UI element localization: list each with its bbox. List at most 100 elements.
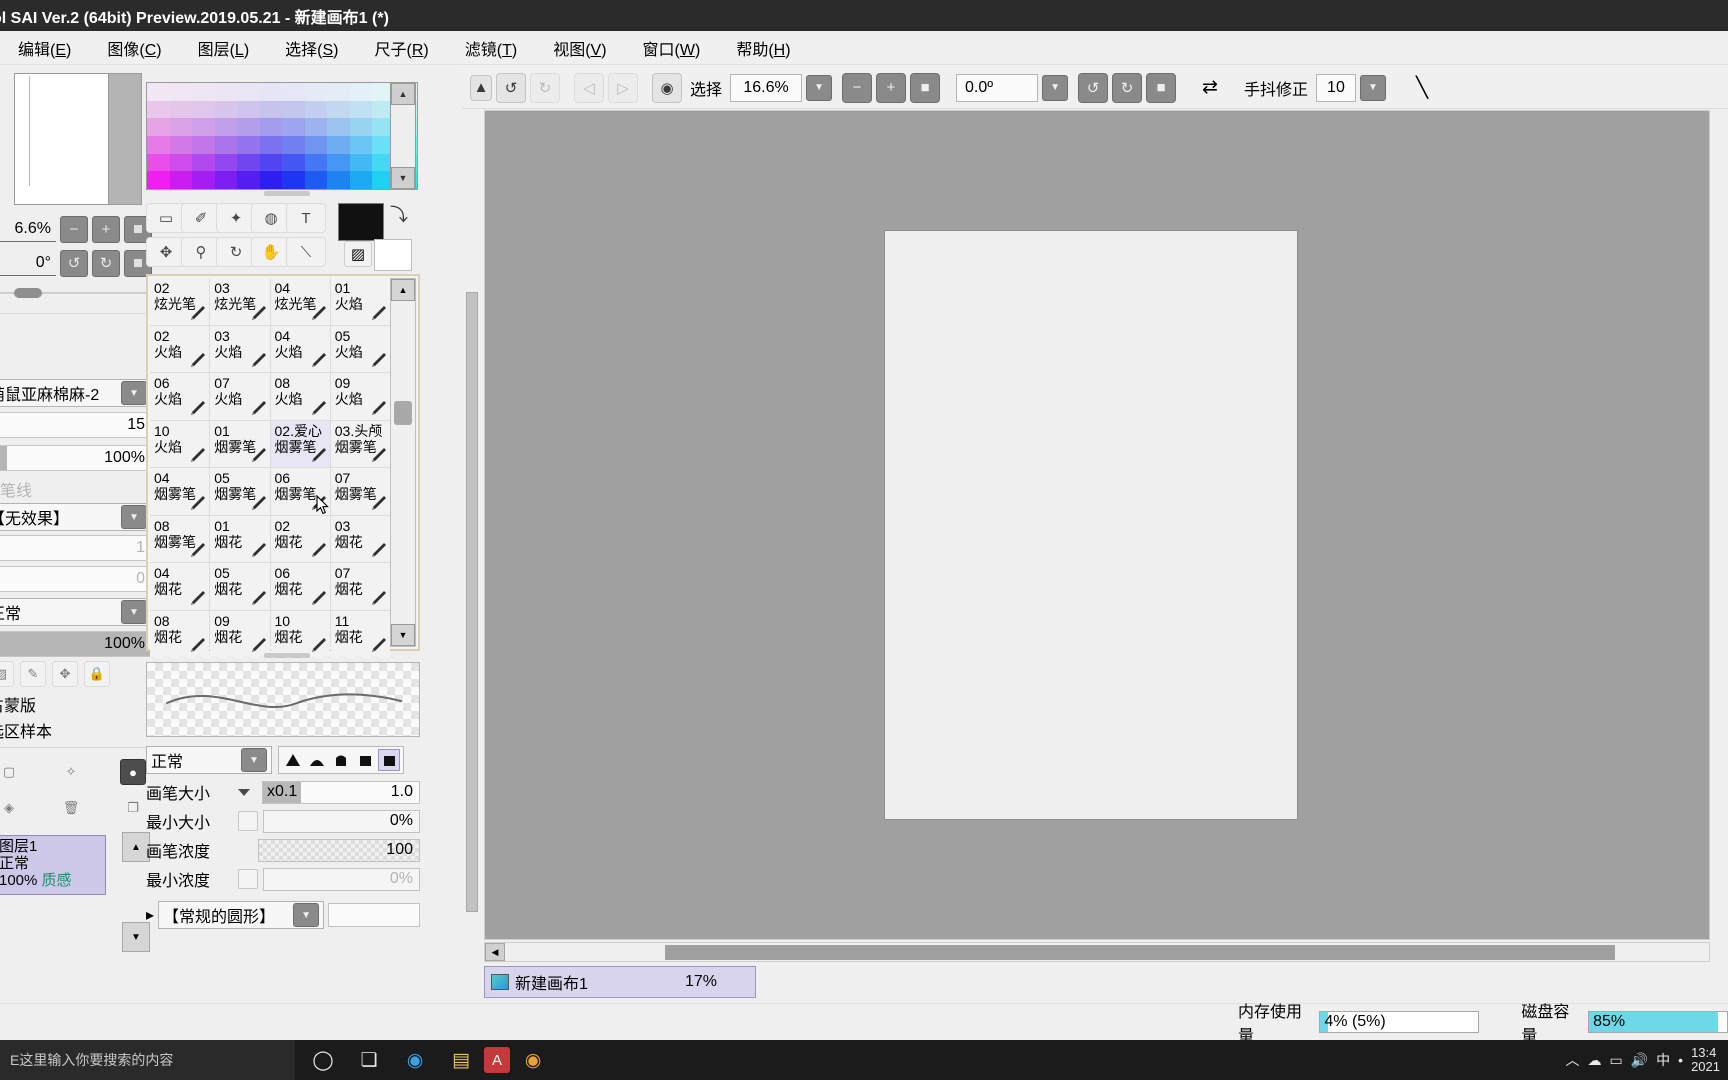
move-tool-icon[interactable]: ✥	[146, 237, 186, 267]
new-layer-icon[interactable]: ▢	[0, 759, 22, 785]
redo-icon[interactable]: ↻	[530, 72, 560, 103]
cortana-icon[interactable]: ◯	[300, 1040, 346, 1080]
zoom-reset-button[interactable]: ■	[910, 72, 941, 103]
brush-density-slider[interactable]: 100	[258, 838, 420, 862]
chevron-down-icon[interactable]: ▼	[121, 600, 147, 624]
brush-cell[interactable]: 06 火焰	[150, 373, 210, 420]
brush-cell[interactable]: 08 火焰	[270, 373, 330, 420]
color-swatch[interactable]	[237, 153, 260, 172]
texture-opacity-slider[interactable]: 100%	[0, 445, 152, 471]
layer-mask-icon[interactable]: ●	[120, 759, 146, 785]
effect-select[interactable]: 【无效果】 ▼	[0, 503, 152, 531]
brush-cell[interactable]: 02 烟花	[270, 515, 330, 562]
pencil-icon[interactable]: ✎	[20, 661, 46, 687]
taskbar-search[interactable]: E这里输入你要搜索的内容	[0, 1040, 295, 1080]
taskbar-clock[interactable]: 13:4 2021	[1691, 1046, 1720, 1074]
brush-cell[interactable]: 08 烟雾笔	[150, 515, 210, 562]
color-swatch[interactable]	[214, 100, 237, 119]
menu-item-2[interactable]: 图层(L)	[180, 34, 268, 62]
brush-cell[interactable]: 07 火焰	[210, 373, 270, 420]
color-swatch[interactable]	[192, 153, 215, 172]
undo-icon[interactable]: ↺	[496, 72, 526, 103]
color-swatch[interactable]	[259, 83, 282, 101]
brush-size-multiplier[interactable]: x0.1	[263, 781, 302, 803]
rotate-value[interactable]: 0°	[0, 250, 56, 276]
color-swatch[interactable]	[327, 171, 350, 189]
rotate-ccw-button[interactable]: ↺	[60, 249, 88, 277]
brush-shape-select[interactable]: 【常规的圆形】 ▼	[158, 901, 325, 929]
color-swatch[interactable]	[349, 135, 372, 154]
rotate-cw-button[interactable]: ↻	[1112, 72, 1143, 103]
color-swatch[interactable]	[282, 100, 305, 119]
menu-item-6[interactable]: 视图(V)	[535, 34, 624, 62]
min-density-toggle[interactable]	[238, 869, 258, 889]
brush-cell[interactable]: 10 烟花	[270, 610, 330, 657]
brush-cell[interactable]: 09 烟花	[210, 610, 270, 657]
color-swatch[interactable]	[304, 83, 327, 101]
trash-icon[interactable]: 🗑	[58, 795, 84, 821]
color-swatch[interactable]	[214, 118, 237, 136]
color-swatch[interactable]	[169, 118, 192, 136]
texture-select[interactable]: 萌鼠亚麻棉麻-2 ▼	[0, 379, 152, 407]
rect-select-icon[interactable]: ▭	[146, 203, 186, 233]
zoom-out-button[interactable]: −	[60, 215, 88, 243]
color-swatch[interactable]	[237, 135, 260, 154]
text-tool-icon[interactable]: T	[286, 203, 326, 233]
brush-cell[interactable]: 01 烟花	[210, 515, 270, 562]
splitter-handle[interactable]	[466, 292, 478, 912]
brush-min-density-slider[interactable]: 0%	[263, 867, 420, 891]
scrollbar-thumb[interactable]	[665, 945, 1615, 960]
color-swatch[interactable]	[192, 118, 215, 136]
brush-cell[interactable]: 04 烟花	[150, 563, 210, 610]
color-swatch[interactable]	[282, 171, 305, 189]
color-swatch[interactable]	[304, 135, 327, 154]
menu-item-7[interactable]: 窗口(W)	[625, 34, 719, 62]
brush-blend-select[interactable]: 正常 ▼	[146, 746, 272, 774]
color-swatch[interactable]	[327, 118, 350, 136]
color-swatch[interactable]	[304, 118, 327, 136]
brush-cell[interactable]: 06 烟雾笔	[270, 468, 330, 515]
brush-cell[interactable]: 11 烟花	[330, 610, 390, 657]
color-swatch[interactable]	[147, 135, 170, 154]
bucket-fill-icon[interactable]: ◍	[251, 203, 291, 233]
zoom-value[interactable]: 6.6%	[0, 216, 56, 242]
color-swatch[interactable]	[192, 135, 215, 154]
menu-item-3[interactable]: 选择(S)	[267, 34, 356, 62]
brush-cell[interactable]: 05 烟花	[210, 563, 270, 610]
chevron-down-icon[interactable]: ▼	[293, 903, 320, 927]
brush-cell[interactable]: 02 炫光笔	[150, 278, 210, 325]
color-swatch[interactable]	[282, 83, 305, 101]
show-hidden-icons[interactable]: ︿	[1566, 1050, 1580, 1070]
background-color-swatch[interactable]	[374, 239, 412, 271]
nav-slider[interactable]	[0, 285, 152, 301]
rotate-angle-field[interactable]: 0.0º	[956, 73, 1039, 102]
expand-icon[interactable]: ▸	[146, 905, 154, 925]
menu-item-8[interactable]: 帮助(H)	[718, 34, 808, 62]
brush-cell[interactable]: 07 烟雾笔	[330, 468, 390, 515]
navigator-scroll[interactable]	[108, 73, 142, 205]
swap-colors-icon[interactable]: ⤵	[390, 201, 408, 227]
menu-item-0[interactable]: 编辑(E)	[0, 34, 89, 62]
color-swatch[interactable]	[282, 153, 305, 172]
color-swatch[interactable]	[259, 135, 282, 154]
toolbar-collapse-button[interactable]: ▲	[470, 74, 492, 101]
panel-splitter[interactable]	[462, 67, 484, 1037]
color-swatch[interactable]	[147, 83, 170, 101]
chevron-down-icon[interactable]: ▼	[1359, 74, 1386, 101]
brush-shape-option[interactable]	[354, 749, 376, 771]
menu-item-1[interactable]: 图像(C)	[89, 34, 179, 62]
color-swatch[interactable]	[214, 83, 237, 101]
color-swatch[interactable]	[327, 83, 350, 101]
color-swatch[interactable]	[327, 153, 350, 172]
chevron-down-icon[interactable]: ▼	[806, 74, 833, 101]
file-explorer-icon[interactable]: ▤	[438, 1040, 484, 1080]
color-swatch[interactable]	[169, 83, 192, 101]
brush-cell[interactable]: 01 火焰	[330, 278, 390, 325]
brush-cell[interactable]: 02 火焰	[150, 325, 210, 372]
color-swatch[interactable]	[169, 100, 192, 119]
zoom-in-button[interactable]: +	[876, 72, 907, 103]
zoom-in-button[interactable]: +	[92, 215, 120, 243]
color-swatch[interactable]	[259, 153, 282, 172]
color-swatch[interactable]	[282, 135, 305, 154]
new-folder-icon[interactable]: ✧	[58, 759, 84, 785]
